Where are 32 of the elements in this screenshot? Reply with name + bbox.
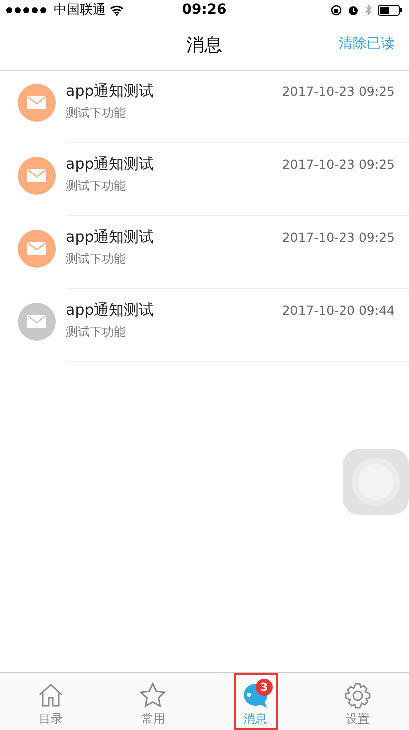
clear-read-button[interactable]: 清除已读 xyxy=(339,35,395,53)
battery-icon xyxy=(378,4,404,16)
bluetooth-icon xyxy=(365,4,372,16)
settings-icon xyxy=(342,681,373,711)
assistive-touch-button[interactable] xyxy=(343,449,409,515)
alarm-icon xyxy=(348,4,360,16)
message-time: 2017-10-23 09:25 xyxy=(282,84,395,99)
message-time: 2017-10-23 09:25 xyxy=(282,230,395,245)
tab[interactable]: 目录 xyxy=(0,673,102,730)
carrier-name: 中国联通 xyxy=(54,2,106,19)
message-item[interactable]: app通知测试 2017-10-23 09:25 测试下功能 xyxy=(0,144,409,217)
message-title: app通知测试 xyxy=(66,301,154,320)
message-body: 测试下功能 xyxy=(66,251,127,268)
tab[interactable]: 常用 xyxy=(102,673,205,730)
message-item[interactable]: app通知测试 2017-10-23 09:25 测试下功能 xyxy=(0,71,409,144)
tab[interactable]: 消息 3 xyxy=(234,673,278,730)
message-body: 测试下功能 xyxy=(66,178,127,195)
unread-badge: 3 xyxy=(256,679,273,696)
message-time: 2017-10-20 09:44 xyxy=(282,303,395,318)
message-title: app通知测试 xyxy=(66,228,154,247)
wifi-icon xyxy=(110,4,124,16)
message-title: app通知测试 xyxy=(66,155,154,174)
message-title: app通知测试 xyxy=(66,82,154,101)
message-item[interactable]: app通知测试 2017-10-20 09:44 测试下功能 xyxy=(0,290,409,363)
tab[interactable]: 设置 xyxy=(306,673,409,730)
clock-time: 09:26 xyxy=(182,2,227,18)
message-body: 测试下功能 xyxy=(66,105,127,122)
message-item[interactable]: app通知测试 2017-10-23 09:25 测试下功能 xyxy=(0,217,409,290)
screen-title: 消息 xyxy=(186,34,222,57)
message-body: 测试下功能 xyxy=(66,324,127,341)
rotation-lock-icon xyxy=(331,4,342,16)
message-time: 2017-10-23 09:25 xyxy=(282,157,395,172)
